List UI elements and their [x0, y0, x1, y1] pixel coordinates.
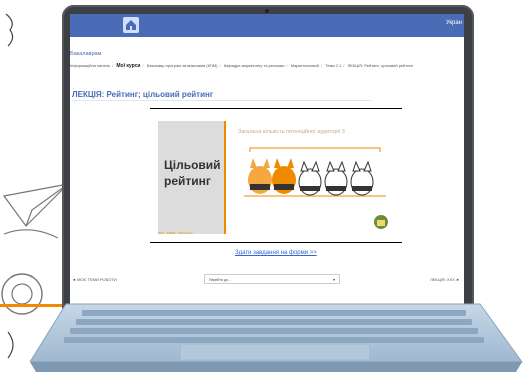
- title-divider: [72, 100, 372, 101]
- lecture-slide-image: Цільовий рейтинг ВНЗ · ФМЕВ · 2024 фото …: [150, 108, 402, 243]
- laptop-keyboard-deck: [30, 303, 523, 372]
- cat-icon-white: [298, 160, 322, 196]
- breadcrumb-item[interactable]: Бакалавр програм за вимогами (КПМ): [147, 63, 218, 68]
- breadcrumb-item[interactable]: Маркетинговий: [291, 63, 319, 68]
- section-label[interactable]: Бакалаврам: [70, 51, 101, 57]
- top-navbar: Укран: [70, 14, 464, 37]
- breadcrumb-item[interactable]: ЛЕКЦІЯ: Рейтинг; цільовий рейтинг: [347, 63, 413, 68]
- home-icon[interactable]: [123, 17, 139, 33]
- breadcrumb-item[interactable]: Кафедра маркетингу та реклами: [224, 63, 285, 68]
- cat-icon-white: [350, 160, 374, 196]
- main-content: ЛЕКЦІЯ: Рейтинг; цільовий рейтинг Цільов…: [70, 84, 464, 304]
- prev-activity-link[interactable]: ◄ МОЄ ТЕМИ РОБОТИ: [72, 277, 117, 282]
- submit-form-link[interactable]: Здати завдання на форми >>: [235, 250, 317, 256]
- chevron-down-icon: ▾: [332, 277, 335, 282]
- cat-icon-white: [324, 160, 348, 196]
- cat-icon-orange: [272, 158, 296, 194]
- language-menu[interactable]: Укран: [446, 20, 462, 26]
- jump-to-select[interactable]: Перейти до... ▾: [204, 274, 340, 284]
- slide-footer-text: ВНЗ · ФМЕВ · 2024 фото: [158, 231, 193, 235]
- laptop-base: [30, 302, 526, 374]
- slide-title-panel: Цільовий рейтинг: [158, 121, 226, 234]
- cats-illustration: [244, 147, 386, 197]
- cat-icon-orange: [248, 158, 272, 194]
- page-title: ЛЕКЦІЯ: Рейтинг; цільовий рейтинг: [72, 90, 214, 99]
- breadcrumb-item[interactable]: Інформаційна панель: [70, 63, 110, 68]
- trackpad: [179, 343, 371, 361]
- activity-navigation: ◄ МОЄ ТЕМИ РОБОТИ Перейти до... ▾ ЛЕКЦІЯ…: [70, 274, 464, 289]
- laptop-screen: Укран Бакалаврам Інформаційна панель / Мо…: [70, 14, 464, 304]
- next-activity-link[interactable]: ЛЕКЦІЯ: ХХХ ►: [430, 277, 460, 282]
- laptop-lid: Укран Бакалаврам Інформаційна панель / Мо…: [62, 5, 474, 310]
- slide-heading: Загальна кількість потенційної аудиторії…: [238, 129, 345, 135]
- paren-doodle: [7, 331, 14, 359]
- breadcrumb-item[interactable]: Мої курси: [116, 63, 140, 69]
- doodle-bracket: [5, 13, 14, 47]
- slide-title-text: Цільовий рейтинг: [164, 158, 221, 188]
- breadcrumb: Інформаційна панель / Мої курси / Бакалавр…: [70, 63, 414, 69]
- camera-dot: [265, 9, 269, 13]
- breadcrumb-item[interactable]: Тема 2.1: [325, 63, 341, 68]
- jump-to-value: Перейти до...: [209, 278, 231, 282]
- university-logo-icon: [374, 215, 388, 229]
